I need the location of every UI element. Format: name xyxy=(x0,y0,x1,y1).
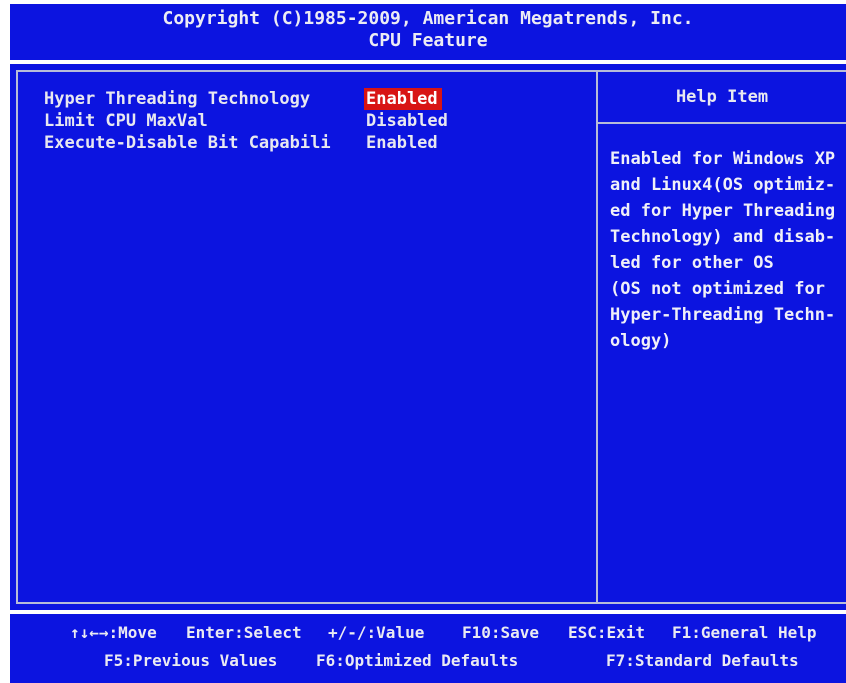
key-enter: Enter:Select xyxy=(186,623,302,642)
key-exit: ESC:Exit xyxy=(568,623,646,642)
option-value[interactable]: Enabled xyxy=(364,88,442,110)
help-text: Enabled for Windows XP and Linux4(OS opt… xyxy=(610,149,836,351)
help-divider xyxy=(596,70,598,604)
bios-header: Copyright (C)1985-2009, American Megatre… xyxy=(10,4,846,60)
key-value: +/-/:Value xyxy=(328,623,425,642)
help-title-separator xyxy=(596,122,846,124)
main-panel: Hyper Threading Technology Enabled Limit… xyxy=(10,64,846,610)
key-legend: ↑↓←→:Move Enter:Select +/-/:Value F10:Sa… xyxy=(10,614,846,683)
help-title: Help Item xyxy=(675,87,769,107)
option-value[interactable]: Disabled xyxy=(364,110,452,132)
key-optimized-defaults: F6:Optimized Defaults xyxy=(316,651,519,670)
key-previous-values: F5:Previous Values xyxy=(104,651,278,670)
option-value[interactable]: Enabled xyxy=(364,132,442,154)
page-title: CPU Feature xyxy=(368,30,488,51)
option-label: Hyper Threading Technology xyxy=(44,89,311,109)
option-label: Execute-Disable Bit Capabili xyxy=(44,133,331,153)
key-standard-defaults: F7:Standard Defaults xyxy=(606,651,799,670)
bios-screen: Copyright (C)1985-2009, American Megatre… xyxy=(0,0,846,683)
option-label: Limit CPU MaxVal xyxy=(44,111,208,131)
key-save: F10:Save xyxy=(462,623,540,642)
key-general-help: F1:General Help xyxy=(672,623,817,642)
copyright-text: Copyright (C)1985-2009, American Megatre… xyxy=(162,8,694,29)
key-move: ↑↓←→:Move xyxy=(70,623,157,642)
